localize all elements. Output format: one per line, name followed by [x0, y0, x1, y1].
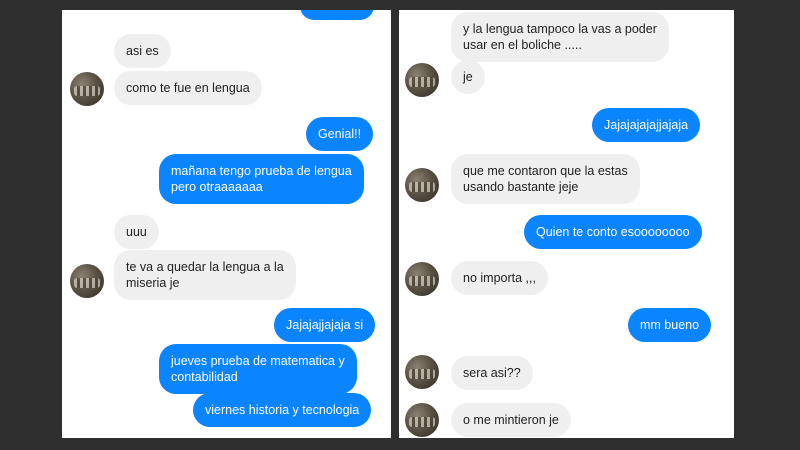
- contact-avatar: [70, 72, 104, 106]
- incoming-message: no importa ,,,: [451, 261, 548, 295]
- chat-panel-right: y la lengua tampoco la vas a poder usar …: [399, 10, 734, 438]
- chat-panel-left: asi es como te fue en lengua Genial!! ma…: [62, 10, 391, 438]
- incoming-message: uuu: [114, 215, 159, 249]
- outgoing-message: Jajajajajajjajaja: [592, 108, 701, 142]
- incoming-message: asi es: [114, 34, 171, 68]
- incoming-message: que me contaron que la estas usando bast…: [451, 154, 640, 204]
- outgoing-message: Genial!!: [306, 117, 374, 151]
- incoming-message: y la lengua tampoco la vas a poder usar …: [451, 12, 669, 62]
- outgoing-message: Jajajajjajaja si: [274, 308, 376, 342]
- incoming-message: sera asi??: [451, 356, 533, 390]
- outgoing-message: jueves prueba de matematica y contabilid…: [159, 344, 357, 394]
- outgoing-message: mañana tengo prueba de lengua pero otraa…: [159, 154, 364, 204]
- incoming-message: o me mintieron je: [451, 403, 571, 437]
- contact-avatar: [405, 355, 439, 389]
- contact-avatar: [405, 63, 439, 97]
- incoming-message: te va a quedar la lengua a la miseria je: [114, 250, 296, 300]
- outgoing-message: Quien te conto esoooooooo: [524, 215, 702, 249]
- contact-avatar: [70, 264, 104, 298]
- outgoing-message-partial: [300, 10, 374, 20]
- outgoing-message: mm bueno: [628, 308, 712, 342]
- contact-avatar: [405, 403, 439, 437]
- panel-divider: [391, 10, 399, 438]
- contact-avatar: [405, 262, 439, 296]
- outgoing-message: viernes historia y tecnologia: [193, 393, 372, 427]
- contact-avatar: [405, 168, 439, 202]
- incoming-message: como te fue en lengua: [114, 71, 262, 105]
- incoming-message: je: [451, 60, 485, 94]
